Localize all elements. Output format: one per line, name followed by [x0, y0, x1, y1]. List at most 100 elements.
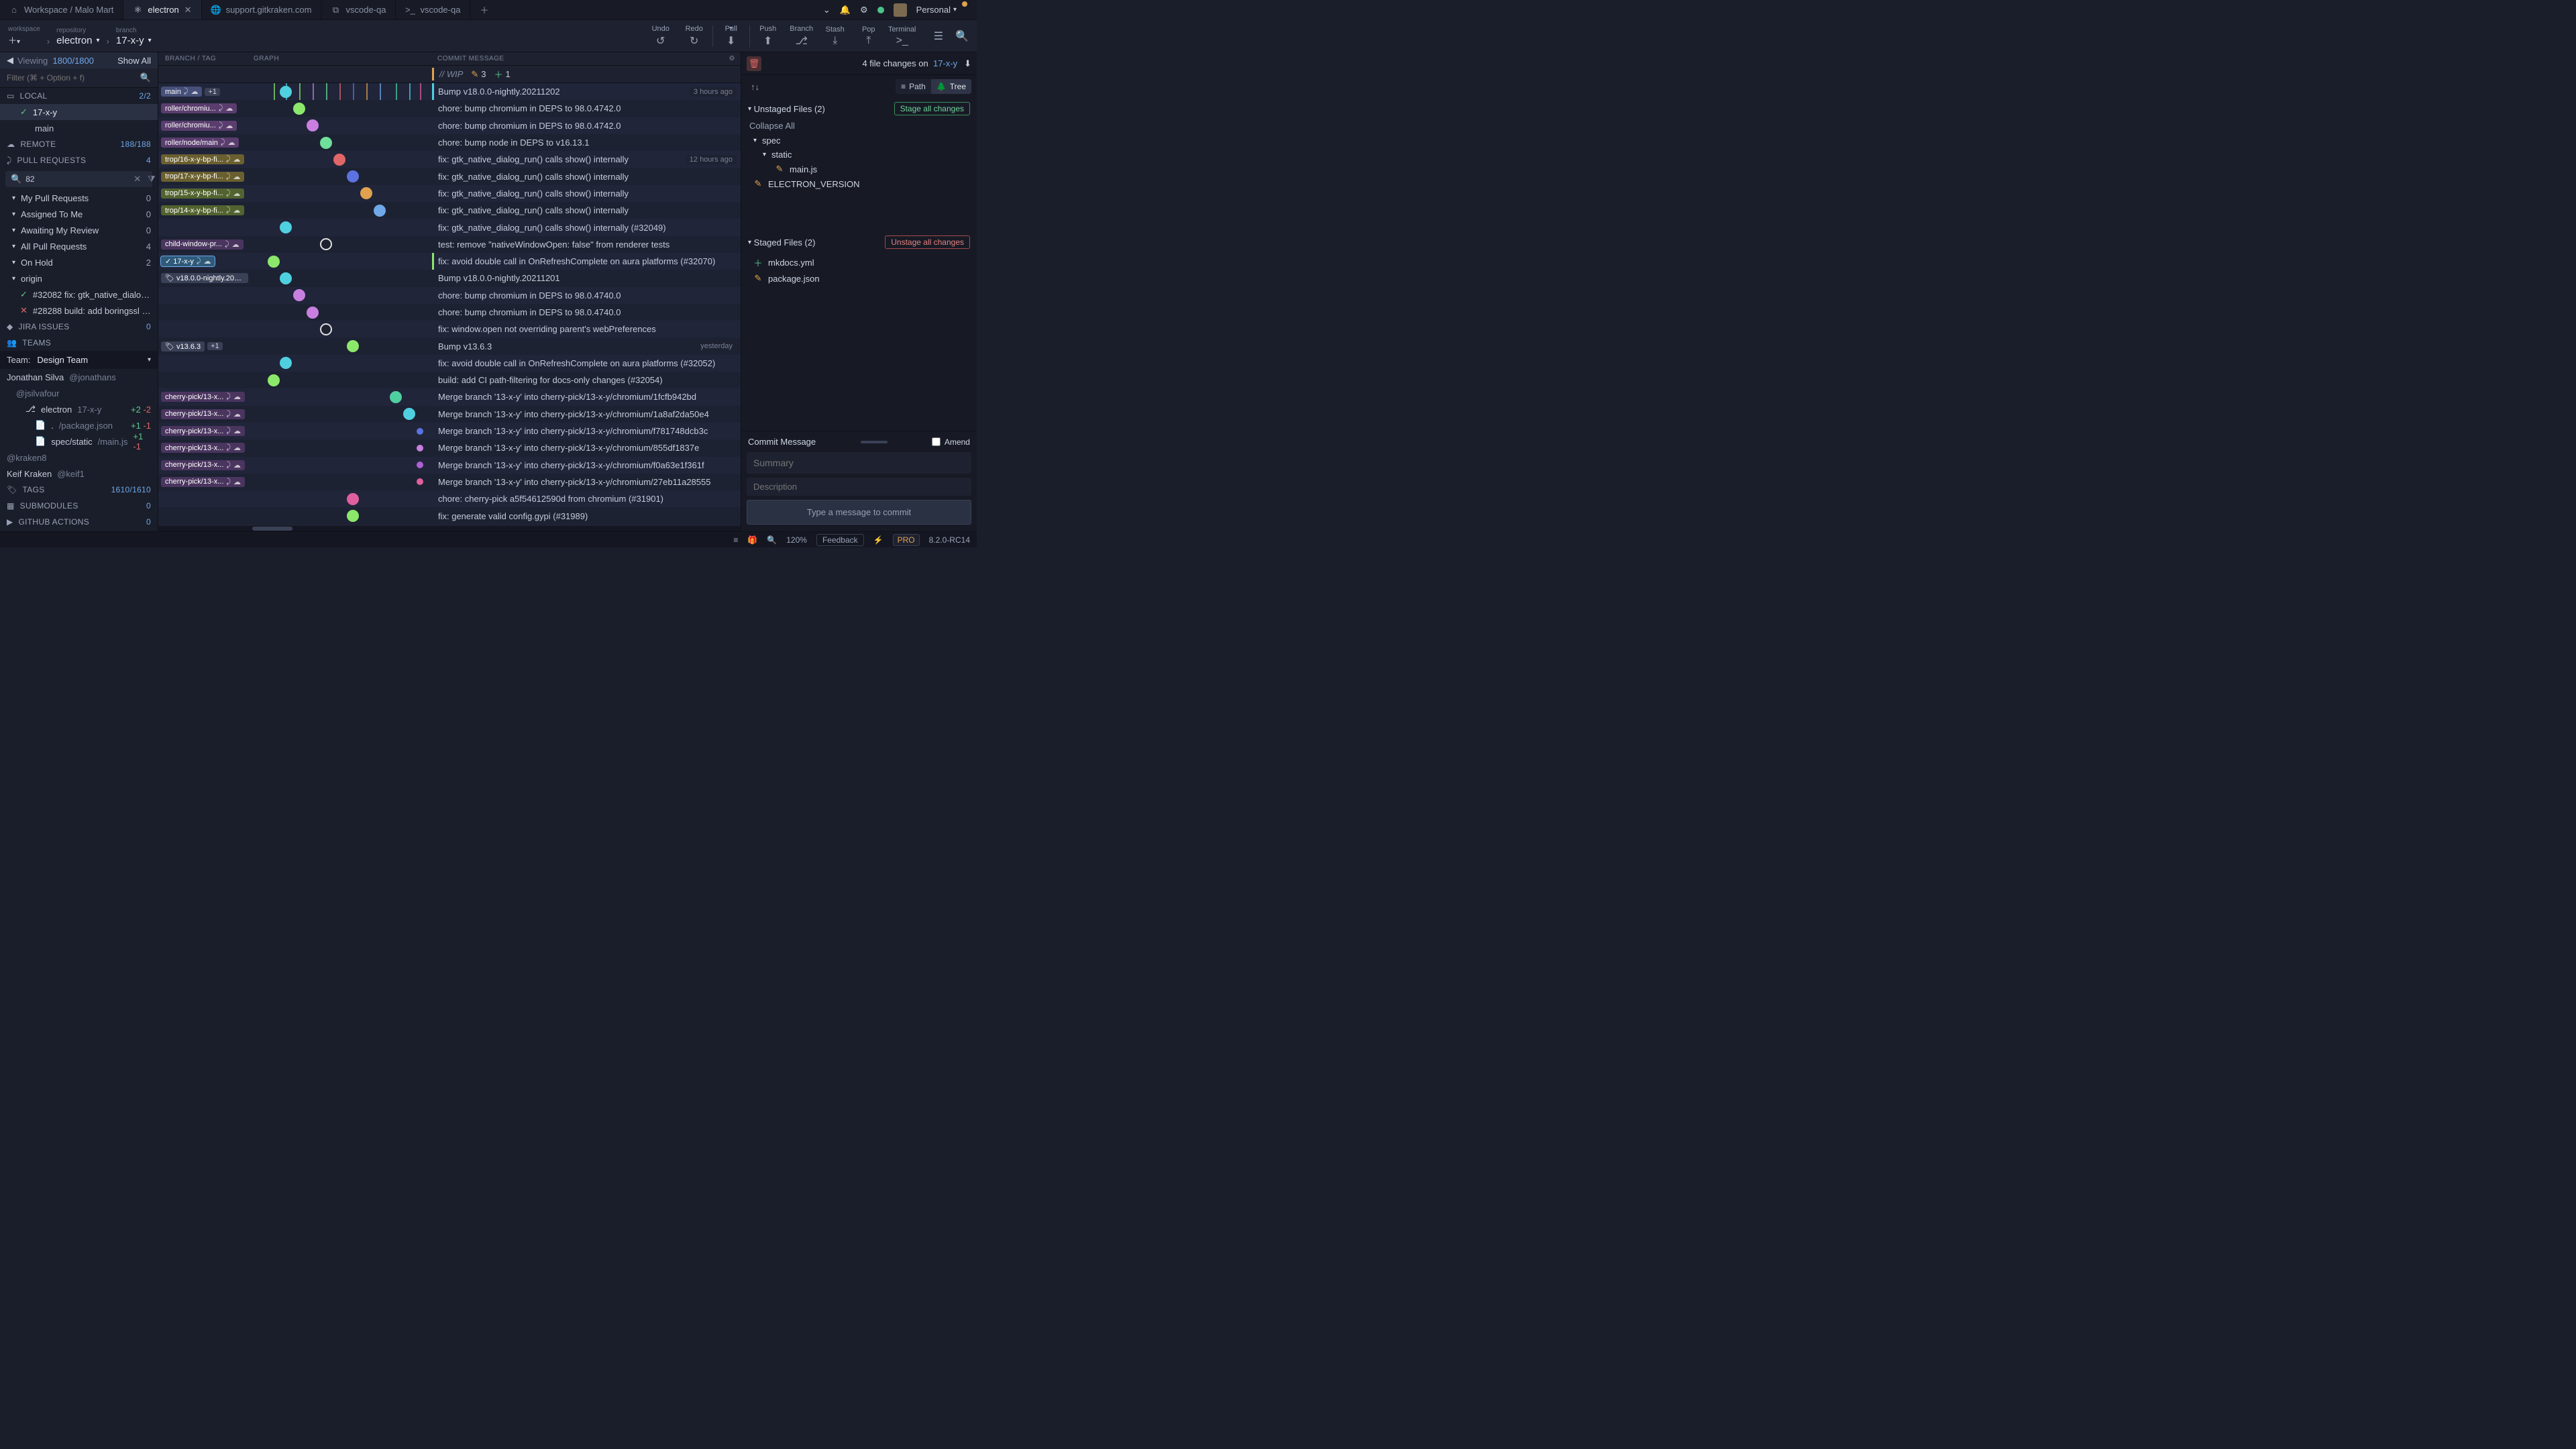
section-tags[interactable]: 🏷TAGS1610/1610	[0, 482, 158, 498]
commit-desc-input[interactable]	[747, 478, 971, 496]
commit-row[interactable]: chore: bump chromium in DEPS to 98.0.474…	[158, 287, 741, 304]
file-electron-version[interactable]: ✎ELECTRON_VERSION	[751, 176, 977, 191]
filter-icon[interactable]: ⧩	[148, 174, 156, 184]
pr-search-input[interactable]	[25, 174, 129, 184]
commit-row[interactable]: trop/16-x-y-bp-fi... ⤸ ☁ fix: gtk_native…	[158, 151, 741, 168]
commit-row[interactable]: main ⤸ ☁+1 Bump v18.0.0-nightly.20211202…	[158, 83, 741, 100]
chevron-down-icon[interactable]: ⌄	[823, 5, 830, 15]
panel-toggle-icon[interactable]: ☰	[934, 30, 943, 43]
list-icon[interactable]: ≡	[733, 535, 738, 545]
new-tab-button[interactable]: ＋	[470, 0, 498, 19]
toolbar-pull[interactable]: Pull⬇▾	[716, 25, 747, 48]
commit-row[interactable]: cherry-pick/13-x... ⤸ ☁ Merge branch '13…	[158, 423, 741, 439]
commit-row[interactable]: trop/14-x-y-bp-fi... ⤸ ☁ fix: gtk_native…	[158, 202, 741, 219]
commit-row[interactable]: trop/15-x-y-bp-fi... ⤸ ☁ fix: gtk_native…	[158, 185, 741, 202]
toolbar-branch[interactable]: Branch⎇	[786, 25, 817, 48]
commit-row[interactable]: chore: bump chromium in DEPS to 98.0.474…	[158, 304, 741, 321]
commit-row[interactable]: cherry-pick/13-x... ⤸ ☁ Merge branch '13…	[158, 439, 741, 456]
section-remote[interactable]: ☁REMOTE188/188	[0, 136, 158, 152]
unstage-all-button[interactable]: Unstage all changes	[885, 235, 970, 249]
commit-row[interactable]: roller/chromiu... ⤸ ☁ chore: bump chromi…	[158, 100, 741, 117]
commit-row[interactable]: 🏷 v13.6.3+1 Bump v13.6.3yesterday	[158, 337, 741, 354]
repo-selector[interactable]: repositoryelectron▾	[56, 27, 99, 46]
pr-origin[interactable]: ▾origin	[0, 270, 158, 286]
filter-input[interactable]	[7, 73, 136, 83]
commit-row[interactable]: roller/chromiu... ⤸ ☁ chore: bump chromi…	[158, 117, 741, 134]
branch-main[interactable]: main	[0, 120, 158, 136]
gift-icon[interactable]: 🎁	[747, 535, 757, 545]
team-member[interactable]: ⎇ electron 17-x-y+2 -2	[0, 401, 158, 417]
commit-row[interactable]: child-window-pr... ⤸ ☁ test: remove "nat…	[158, 236, 741, 253]
section-teams[interactable]: 👥TEAMS	[0, 335, 158, 351]
unstaged-header[interactable]: ▾ Unstaged Files (2)Stage all changes	[741, 98, 977, 119]
commit-row[interactable]: cherry-pick/13-x... ⤸ ☁ Merge branch '13…	[158, 474, 741, 490]
section-local[interactable]: ▭LOCAL2/2	[0, 88, 158, 104]
pr-group[interactable]: ▾All Pull Requests4	[0, 238, 158, 254]
team-member[interactable]: @kraken8	[0, 449, 158, 466]
commit-row[interactable]: chore: cherry-pick a5f54612590d from chr…	[158, 490, 741, 507]
commit-row[interactable]: 🏷 v18.0.0-nightly.202... Bump v18.0.0-ni…	[158, 270, 741, 286]
tier-badge[interactable]: PRO	[893, 534, 920, 546]
team-member[interactable]: Jonathan Silva @jonathans	[0, 369, 158, 385]
toolbar-stash[interactable]: Stash⤓	[820, 25, 851, 47]
toolbar-terminal[interactable]: Terminal>_	[887, 25, 918, 47]
toolbar-redo[interactable]: Redo↻	[679, 25, 710, 48]
tab-vscode-qa-1[interactable]: ⧉vscode-qa	[321, 0, 396, 19]
commit-row[interactable]: fix: gtk_native_dialog_run() calls show(…	[158, 219, 741, 235]
drag-handle[interactable]	[861, 441, 888, 443]
account-label[interactable]: Personal▾	[916, 5, 957, 15]
gear-icon[interactable]: ⚙	[729, 55, 735, 62]
commit-row[interactable]: cherry-pick/13-x... ⤸ ☁ Merge branch '13…	[158, 406, 741, 423]
h-scrollbar[interactable]	[158, 526, 741, 531]
feedback-button[interactable]: Feedback	[816, 534, 864, 546]
back-icon[interactable]: ◀	[7, 55, 13, 66]
file-package-json[interactable]: ✎package.json	[751, 271, 977, 286]
section-submodules[interactable]: ▦SUBMODULES0	[0, 498, 158, 514]
pr-group[interactable]: ▾Awaiting My Review0	[0, 222, 158, 238]
search-icon[interactable]: 🔍	[140, 72, 151, 83]
add-button[interactable]: ＋▾	[8, 34, 20, 46]
commit-row[interactable]: cherry-pick/13-x... ⤸ ☁ Merge branch '13…	[158, 457, 741, 474]
zoom-icon[interactable]: 🔍	[767, 535, 777, 545]
folder-static[interactable]: ▾static	[751, 148, 977, 162]
tab-workspace[interactable]: ⌂Workspace / Malo Mart	[0, 0, 123, 19]
pr-group[interactable]: ▾My Pull Requests0	[0, 190, 158, 206]
pr-item-1[interactable]: ✓#32082 fix: gtk_native_dialog_ru...	[0, 286, 158, 303]
commit-row[interactable]: ✓ 17-x-y ⤸ ☁ fix: avoid double call in O…	[158, 253, 741, 270]
staged-header[interactable]: ▾ Staged Files (2)Unstage all changes	[741, 231, 977, 253]
pr-group[interactable]: ▾On Hold2	[0, 254, 158, 270]
tab-repo-electron[interactable]: ⚛electron✕	[123, 0, 201, 19]
section-jira[interactable]: ◆JIRA ISSUES0	[0, 319, 158, 335]
pr-group[interactable]: ▾Assigned To Me0	[0, 206, 158, 222]
file-main-js[interactable]: ✎main.js	[751, 162, 977, 176]
clear-icon[interactable]: ✕	[133, 174, 141, 184]
bell-icon[interactable]: 🔔	[840, 5, 851, 15]
wip-row[interactable]: // WIP ✎3 ＋1	[158, 66, 741, 83]
toolbar-push[interactable]: Push⬆	[753, 25, 784, 48]
commit-row[interactable]: trop/17-x-y-bp-fi... ⤸ ☁ fix: gtk_native…	[158, 168, 741, 184]
commit-row[interactable]: build: add CI path-filtering for docs-on…	[158, 372, 741, 388]
amend-checkbox[interactable]: Amend	[932, 437, 970, 447]
bolt-icon[interactable]: ⚡	[873, 535, 883, 545]
section-gh-actions[interactable]: ▶GITHUB ACTIONS0	[0, 514, 158, 530]
sort-button[interactable]: ↑↓	[747, 79, 763, 95]
commit-row[interactable]: roller/node/main ⤸ ☁ chore: bump node in…	[158, 134, 741, 151]
branch-17-x-y[interactable]: ✓17-x-y	[0, 104, 158, 120]
toolbar-pop[interactable]: Pop⤒	[853, 25, 884, 47]
toolbar-undo[interactable]: Undo↺	[645, 25, 676, 48]
team-member[interactable]: @jsilvafour	[0, 385, 158, 401]
commit-row[interactable]: fix: avoid double call in OnRefreshCompl…	[158, 355, 741, 372]
stage-all-button[interactable]: Stage all changes	[894, 102, 970, 115]
toggle-path[interactable]: ≡Path	[896, 79, 931, 94]
toggle-tree[interactable]: 🌲Tree	[931, 79, 971, 94]
commit-button[interactable]: Type a message to commit	[747, 500, 971, 525]
commit-row[interactable]: fix: generate valid config.gypi (#31989)	[158, 507, 741, 524]
folder-spec[interactable]: ▾spec	[751, 133, 977, 148]
close-icon[interactable]: ✕	[184, 5, 192, 15]
team-member[interactable]: Keif Kraken @keif1	[0, 466, 158, 482]
section-prs[interactable]: ⤸PULL REQUESTS4	[0, 152, 158, 168]
commit-row[interactable]: cherry-pick/13-x... ⤸ ☁ Merge branch '13…	[158, 388, 741, 405]
discard-button[interactable]: 🗑	[747, 56, 761, 71]
search-icon[interactable]: 🔍	[955, 30, 969, 43]
commit-summary-input[interactable]	[747, 452, 971, 474]
